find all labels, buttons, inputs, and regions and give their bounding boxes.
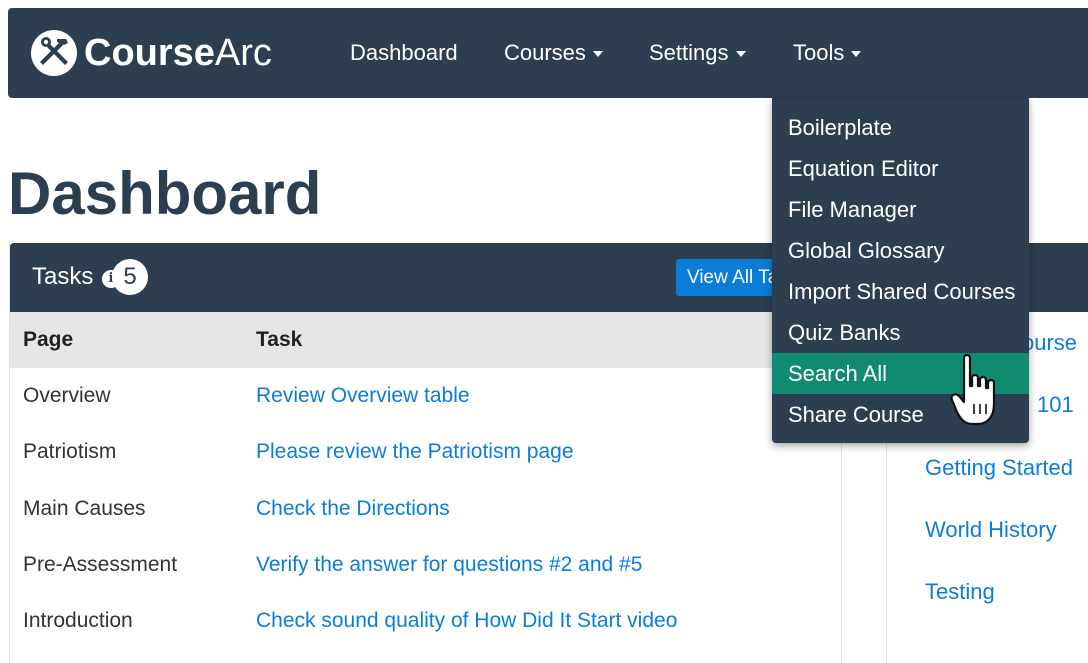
tasks-panel-header: Tasks i 5 View All Tasks [10, 243, 841, 312]
caret-down-icon [735, 51, 746, 57]
row-page-name: Introduction [23, 609, 133, 632]
nav-courses-dropdown[interactable]: Courses [504, 38, 603, 68]
nav-settings-dropdown[interactable]: Settings [649, 38, 746, 68]
row-task-link[interactable]: Check the Directions [256, 481, 450, 537]
menu-item-global-glossary[interactable]: Global Glossary [772, 230, 1029, 271]
menu-item-equation-editor[interactable]: Equation Editor [772, 148, 1029, 189]
row-task-link[interactable]: Check sound quality of How Did It Start … [256, 593, 677, 649]
wrench-hammer-logo-icon [31, 30, 77, 76]
brand-logo[interactable]: CourseArc [30, 28, 272, 78]
row-task-link[interactable]: Please review the Patriotism page [256, 424, 574, 480]
row-task-link[interactable]: Verify the answer for questions #2 and #… [256, 537, 642, 593]
table-row: Overview Review Overview table [10, 368, 841, 424]
course-link[interactable]: World History [925, 515, 1057, 545]
brand-name: CourseArc [84, 32, 272, 74]
nav-tools-dropdown[interactable]: Tools [793, 38, 862, 68]
row-task-link[interactable]: Review Overview table [256, 368, 470, 424]
menu-item-boilerplate[interactable]: Boilerplate [772, 107, 1029, 148]
row-page-name: Overview [23, 384, 111, 407]
tasks-table-header: Page Task [10, 312, 841, 368]
menu-item-file-manager[interactable]: File Manager [772, 189, 1029, 230]
row-page-name: Pre-Assessment [23, 553, 178, 576]
course-link-partial[interactable]: 101 [1037, 390, 1074, 420]
task-count-badge: 5 [112, 259, 148, 295]
table-row: Pre-Assessment Verify the answer for que… [10, 537, 841, 593]
caret-down-icon [851, 51, 862, 57]
nav-dashboard[interactable]: Dashboard [350, 38, 458, 68]
table-row: Patriotism Please review the Patriotism … [10, 424, 841, 480]
course-link[interactable]: Getting Started [925, 453, 1073, 483]
menu-item-import-shared-courses[interactable]: Import Shared Courses [772, 271, 1029, 312]
column-header-task: Task [256, 328, 303, 351]
row-page-name: Main Causes [23, 497, 146, 520]
hand-pointer-cursor-icon [950, 353, 996, 426]
top-navbar: CourseArc Dashboard Courses Settings Too… [8, 8, 1088, 98]
page-title: Dashboard [8, 160, 322, 227]
tasks-panel: Tasks i 5 View All Tasks Page Task Overv… [9, 243, 842, 663]
course-link[interactable]: Testing [925, 577, 995, 607]
row-page-name: Patriotism [23, 440, 117, 463]
menu-item-quiz-banks[interactable]: Quiz Banks [772, 312, 1029, 353]
course-header-partial[interactable]: ourse [1022, 328, 1077, 358]
column-header-page: Page [23, 328, 74, 351]
table-row: Main Causes Check the Directions [10, 481, 841, 537]
caret-down-icon [592, 51, 603, 57]
table-row: Introduction Check sound quality of How … [10, 593, 841, 649]
tasks-title: Tasks [32, 263, 94, 290]
